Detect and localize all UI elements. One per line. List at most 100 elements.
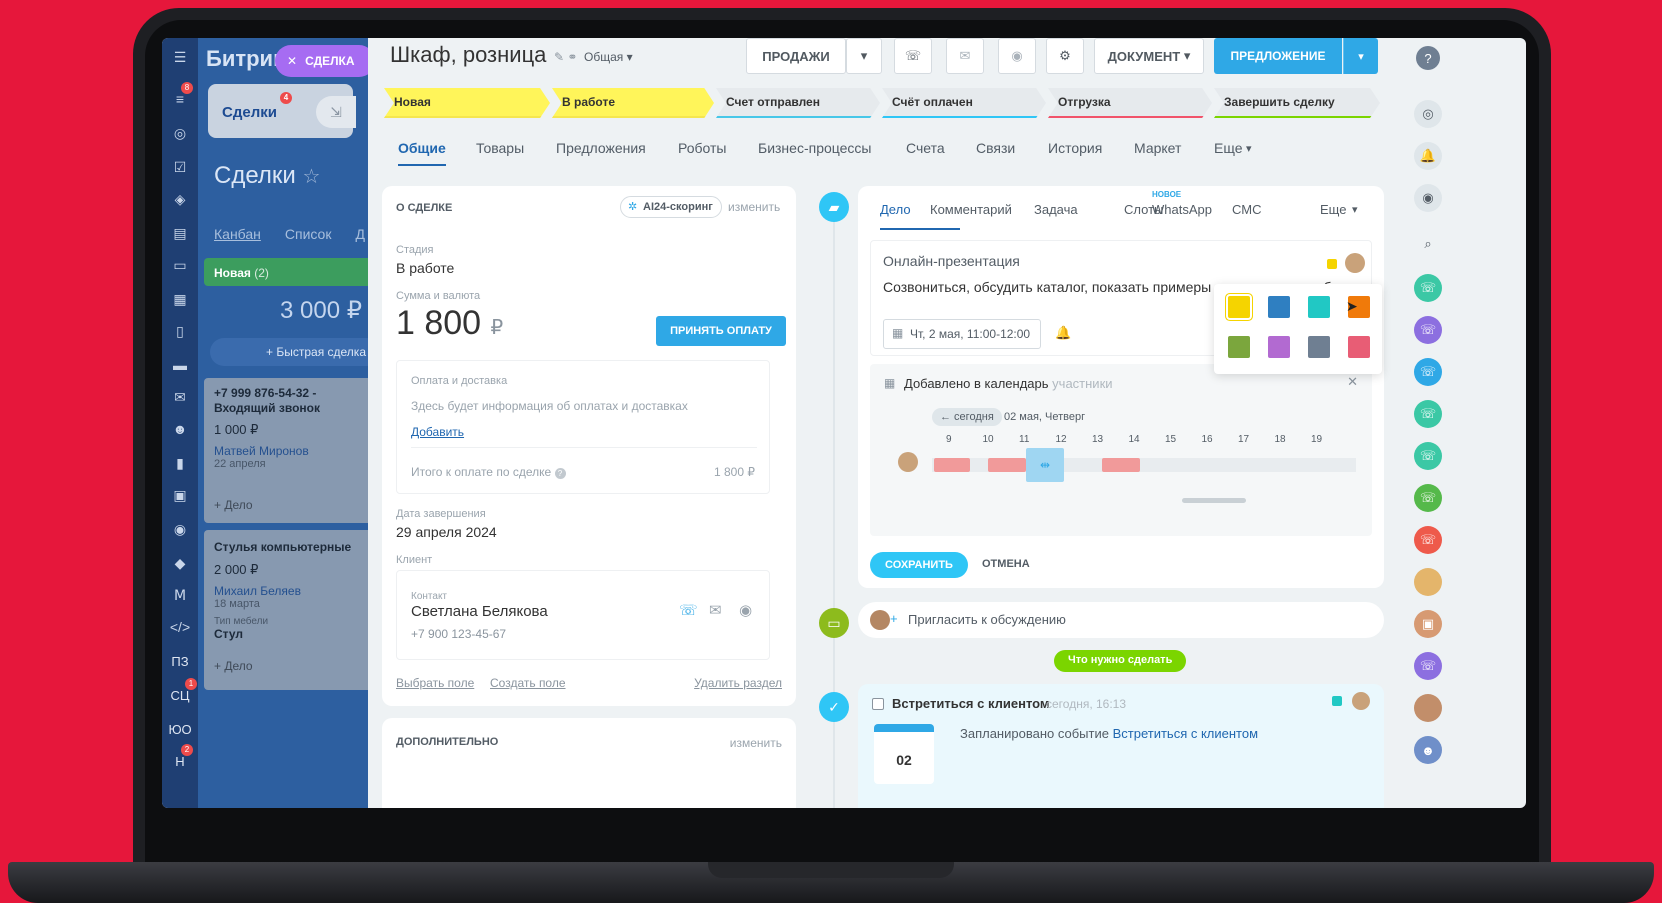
mail-icon[interactable]: ✉ [169,386,191,408]
star-icon[interactable]: ☆ [302,166,320,188]
bell-icon[interactable]: 🔔 [1055,325,1071,341]
nav-n[interactable]: Н2 [169,744,193,772]
invite-bar[interactable]: + Пригласить к обсуждению [858,602,1384,638]
add-payment-link[interactable]: Добавить [411,425,464,439]
tab-5[interactable]: Бизнес-процессы [758,140,871,156]
contact-card-icon[interactable]: ▣ [1414,610,1442,638]
save-button[interactable]: СОХРАНИТЬ [870,552,968,578]
sales-dropdown-icon[interactable]: ▾ [846,38,882,74]
calendar-close-icon[interactable]: ✕ [1347,374,1358,390]
collapse-icon[interactable]: ⇲ [316,96,356,128]
card1-person[interactable]: Матвей Миронов [214,444,364,458]
tab-3[interactable]: Предложения [556,140,646,156]
color-swatch[interactable] [1348,336,1370,358]
nav-pz[interactable]: ПЗ [169,650,191,672]
target-icon[interactable]: ◎ [169,122,191,144]
call-icon[interactable]: ☏ [1414,400,1442,428]
color-swatch[interactable] [1308,336,1330,358]
deal-card-2[interactable]: Стулья компьютерные 2 000 ₽ Михаил Беляе… [204,530,368,690]
edit-link[interactable]: изменить [728,200,780,214]
view-list[interactable]: Список [285,226,332,242]
nav-sc[interactable]: СЦ 1 [169,678,197,706]
robot-icon[interactable]: ◉ [169,518,191,540]
delete-section-link[interactable]: Удалить раздел [694,676,782,690]
tab-6[interactable]: Счета [906,140,945,156]
extra-edit-link[interactable]: изменить [730,736,782,750]
tab-2[interactable]: Товары [476,140,524,156]
avatar[interactable] [1345,253,1365,273]
settings-gear-icon[interactable]: ⚙ [1046,38,1084,74]
participants-link[interactable]: участники [1052,376,1112,391]
calendar-icon[interactable]: ▦ [169,288,191,310]
activity-tab-7[interactable]: Еще [1320,202,1346,217]
contact-chat-icon[interactable]: ◉ [739,601,752,619]
call-icon[interactable]: ☏ [1414,652,1442,680]
view-other[interactable]: Д [355,226,364,242]
mail-icon-btn[interactable]: ✉ [946,38,984,74]
scrollbar[interactable] [1182,498,1246,503]
tab-4[interactable]: Роботы [678,140,726,156]
group-icon[interactable]: ☻ [169,418,191,440]
activity-tab-2[interactable]: Комментарий [930,202,1012,217]
contact-mail-icon[interactable]: ✉ [709,601,722,619]
copilot-icon[interactable]: ◎ [1414,100,1442,128]
view-kanban[interactable]: Канбан [214,226,261,242]
activity-title-input[interactable]: Онлайн-презентация [883,253,1020,269]
close-deal-tag[interactable]: ✕ СДЕЛКА [275,45,375,77]
menu-icon[interactable]: ☰ [169,46,191,68]
user-avatar[interactable] [1414,568,1442,596]
call-icon[interactable]: ☏ [1414,274,1442,302]
offer-dropdown-icon[interactable]: ▾ [1343,38,1378,74]
filter-icon[interactable]: ≡ 8 [169,82,193,110]
code-icon[interactable]: </> [169,616,191,638]
brand-m-icon[interactable]: Ⅿ [169,584,191,606]
color-swatch[interactable] [1228,336,1250,358]
call-icon[interactable]: ☏ [1414,484,1442,512]
selected-slot[interactable]: ⇹ [1026,448,1064,482]
color-indicator[interactable] [1327,259,1337,269]
deal-card-1[interactable]: +7 999 876-54-32 - Входящий звонок 1 000… [204,378,368,523]
select-field-link[interactable]: Выбрать поле [396,676,474,690]
file-icon[interactable]: ▯ [169,320,191,342]
color-swatch[interactable] [1226,294,1252,320]
drive-icon[interactable]: ▬ [169,354,191,376]
help-button[interactable]: ? [1416,46,1440,70]
sales-button[interactable]: ПРОДАЖИ [746,38,846,74]
task-checkbox[interactable] [872,698,884,710]
create-field-link[interactable]: Создать поле [490,676,566,690]
ai-scoring-badge[interactable]: ✲ AI24-скоринг [620,196,722,218]
activity-tab-1[interactable]: Дело [880,202,911,217]
tab-1[interactable]: Общие [398,140,446,166]
activity-tab-6[interactable]: СМС [1232,202,1261,217]
activity-tab-3[interactable]: Задача [1034,202,1078,217]
chat-icon[interactable]: ▭ [169,254,191,276]
search-icon[interactable]: ⌕ [1414,230,1442,258]
contact-phone[interactable]: +7 900 123-45-67 [411,627,506,641]
card2-person[interactable]: Михаил Беляев [214,584,364,598]
stage-6[interactable]: Завершить сделку [1214,88,1380,118]
stage-2[interactable]: В работе [552,88,714,118]
activity-more-chevron-icon[interactable]: ▾ [1352,203,1358,216]
help-icon[interactable]: ? [554,468,566,479]
call-icon[interactable]: ☏ [1414,526,1442,554]
bell-notifications-icon[interactable]: 🔔 [1414,142,1442,170]
contact-phone-icon[interactable]: ☏ [679,601,698,619]
tab-10[interactable]: Еще [1214,140,1243,156]
planned-link[interactable]: Встретиться с клиентом [1113,726,1258,741]
color-swatch[interactable] [1308,296,1330,318]
activity-tab-5[interactable]: WhatsApp [1152,202,1212,217]
cancel-button[interactable]: ОТМЕНА [982,558,1030,570]
call-icon[interactable]: ☏ [1414,442,1442,470]
tasks-icon[interactable]: ☑ [169,156,191,178]
quick-deal-button[interactable]: + Быстрая сделка [210,338,368,366]
analytics-icon[interactable]: ▮ [169,452,191,474]
date-picker[interactable]: ▦ Чт, 2 мая, 11:00-12:00 [883,319,1042,349]
color-swatch[interactable] [1268,336,1290,358]
contacts-icon[interactable]: ▣ [169,484,191,506]
chat-icon-btn[interactable]: ◉ [998,38,1036,74]
category-selector[interactable]: Общая ▾ [584,50,633,64]
offer-button[interactable]: ПРЕДЛОЖЕНИЕ [1214,38,1342,74]
box-icon[interactable]: ◆ [169,552,191,574]
card1-action[interactable]: + Дело [214,498,364,512]
stage-1[interactable]: Новая [384,88,550,118]
